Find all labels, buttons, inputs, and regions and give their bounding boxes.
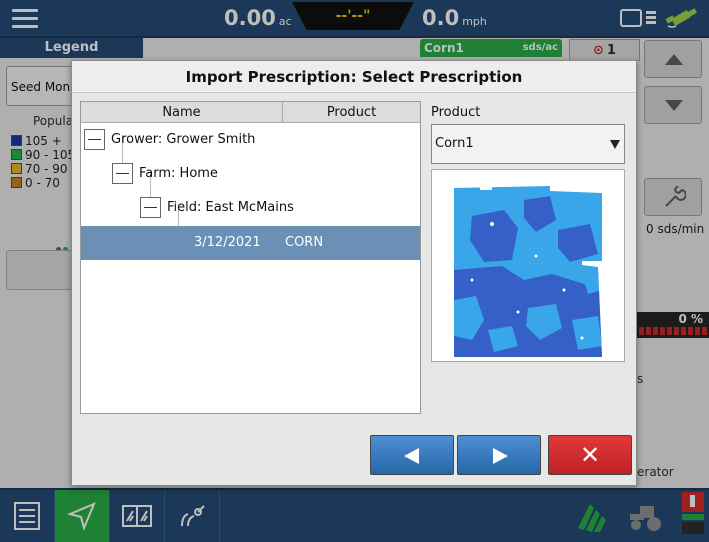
- tree-node-grower[interactable]: Grower: Grower Smith: [81, 123, 420, 157]
- product-selected-value: Corn1: [435, 136, 474, 151]
- tree-node-farm[interactable]: Farm: Home: [81, 157, 420, 191]
- collapse-toggle-icon[interactable]: [140, 197, 161, 218]
- collapse-toggle-icon[interactable]: [84, 129, 105, 150]
- prescription-date: 3/12/2021: [194, 235, 261, 250]
- cancel-button[interactable]: ✕: [548, 435, 632, 475]
- tree-header: Name Product: [81, 102, 420, 123]
- import-prescription-dialog: Import Prescription: Select Prescription…: [71, 60, 637, 486]
- dialog-title: Import Prescription: Select Prescription: [72, 61, 636, 93]
- dropdown-arrow-icon: [610, 140, 620, 149]
- column-header-name[interactable]: Name: [81, 102, 283, 123]
- product-label: Product: [431, 105, 481, 120]
- product-dropdown[interactable]: Corn1: [431, 124, 625, 164]
- triangle-left-icon: [404, 448, 419, 464]
- close-icon: ✕: [579, 441, 601, 469]
- next-button[interactable]: [457, 435, 541, 475]
- prescription-product: CORN: [285, 235, 324, 250]
- field-shape-map: [454, 186, 602, 357]
- tree-node-field[interactable]: Field: East McMains: [81, 191, 420, 225]
- collapse-toggle-icon[interactable]: [112, 163, 133, 184]
- prescription-tree: Name Product Grower: Grower Smith Farm: …: [80, 101, 421, 414]
- tree-node-prescription-selected[interactable]: 3/12/2021 CORN: [81, 226, 420, 260]
- back-button[interactable]: [370, 435, 454, 475]
- triangle-right-icon: [493, 448, 508, 464]
- column-header-product[interactable]: Product: [283, 102, 420, 123]
- prescription-map-preview: [431, 169, 625, 362]
